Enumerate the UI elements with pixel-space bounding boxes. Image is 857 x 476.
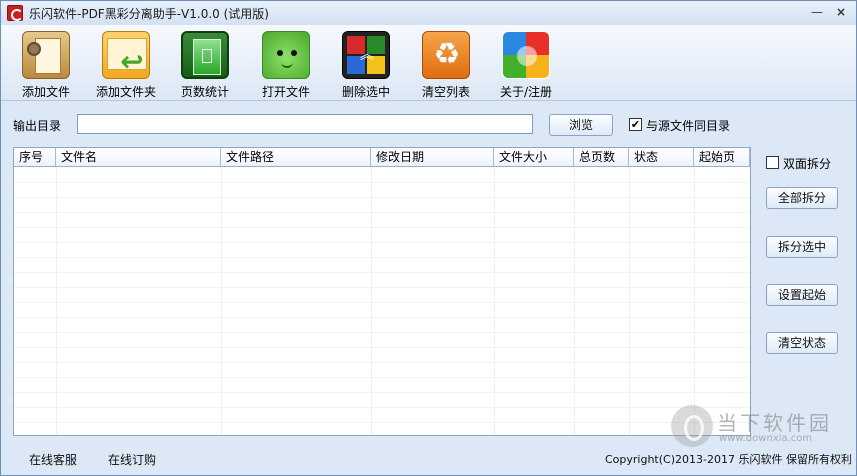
about-register-label: 关于/注册 — [499, 85, 553, 99]
clear-list-icon — [422, 31, 471, 79]
column-header-size[interactable]: 文件大小 — [494, 148, 574, 167]
copyright-text: Copyright(C)2013-2017 乐闪软件 保留所有权利 — [605, 453, 852, 466]
title-bar[interactable]: 乐闪软件-PDF黑彩分离助手-V1.0.0 (试用版) — × — [1, 1, 856, 25]
grid-row-line — [14, 227, 750, 228]
column-header-filepath[interactable]: 文件路径 — [221, 148, 371, 167]
open-file-label: 打开文件 — [261, 85, 310, 99]
output-dir-label: 输出目录 — [13, 119, 62, 133]
add-folder-icon — [102, 31, 150, 79]
add-file-icon — [22, 31, 70, 79]
clear-list-button[interactable]: 清空列表 — [406, 29, 486, 99]
about-register-icon — [502, 31, 550, 79]
table-header: 序号 文件名 文件路径 修改日期 文件大小 总页数 状态 起始页 — [14, 148, 750, 167]
split-selected-button[interactable]: 拆分选中 — [766, 236, 838, 258]
online-order-link[interactable]: 在线订购 — [108, 451, 156, 468]
toolbar: 添加文件 添加文件夹 页数统计 打开文件 删除选中 清空列表 关于/注册 — [1, 25, 856, 101]
watermark-text: 当下软件园 — [717, 411, 832, 435]
grid-row-line — [14, 332, 750, 333]
grid-row-line — [14, 347, 750, 348]
grid-row-line — [14, 287, 750, 288]
page-count-button[interactable]: 页数统计 — [165, 29, 245, 99]
open-file-icon — [262, 31, 310, 79]
set-start-button[interactable]: 设置起始 — [766, 284, 838, 306]
minimize-button[interactable]: — — [809, 5, 825, 19]
grid-row-line — [14, 197, 750, 198]
delete-selected-button[interactable]: 删除选中 — [326, 29, 406, 99]
split-all-button[interactable]: 全部拆分 — [766, 187, 838, 209]
same-dir-label: 与源文件同目录 — [646, 119, 731, 133]
grid-row-line — [14, 212, 750, 213]
grid-row-line — [14, 377, 750, 378]
about-register-button[interactable]: 关于/注册 — [486, 29, 566, 99]
column-header-index[interactable]: 序号 — [14, 148, 56, 167]
grid-row-line — [14, 422, 750, 423]
grid-row-line — [14, 407, 750, 408]
grid-row-line — [14, 302, 750, 303]
app-logo-icon — [7, 5, 23, 21]
duplex-split-checkbox[interactable] — [766, 156, 779, 169]
output-dir-input[interactable] — [77, 114, 533, 134]
page-count-label: 页数统计 — [180, 85, 229, 99]
grid-row-line — [14, 362, 750, 363]
column-header-modified[interactable]: 修改日期 — [371, 148, 494, 167]
watermark-url: www.downxia.com — [719, 433, 813, 444]
window-title: 乐闪软件-PDF黑彩分离助手-V1.0.0 (试用版) — [29, 7, 269, 21]
column-header-filename[interactable]: 文件名 — [56, 148, 221, 167]
grid-row-line — [14, 257, 750, 258]
browse-button[interactable]: 浏览 — [549, 114, 613, 136]
page-count-icon — [181, 31, 229, 79]
online-service-link[interactable]: 在线客服 — [29, 451, 77, 468]
main-window: 乐闪软件-PDF黑彩分离助手-V1.0.0 (试用版) — × 添加文件 添加文… — [0, 0, 857, 476]
delete-selected-icon — [342, 31, 390, 79]
grid-row-line — [14, 392, 750, 393]
column-header-status[interactable]: 状态 — [629, 148, 694, 167]
close-button[interactable]: × — [833, 5, 849, 19]
duplex-split-label: 双面拆分 — [783, 157, 832, 171]
column-header-start-page[interactable]: 起始页 — [694, 148, 750, 167]
file-table[interactable]: 序号 文件名 文件路径 修改日期 文件大小 总页数 状态 起始页 — [13, 147, 751, 436]
clear-status-button[interactable]: 清空状态 — [766, 332, 838, 354]
grid-row-line — [14, 272, 750, 273]
grid-row-line — [14, 182, 750, 183]
column-header-pages[interactable]: 总页数 — [574, 148, 629, 167]
open-file-button[interactable]: 打开文件 — [246, 29, 326, 99]
watermark-logo-icon — [671, 405, 713, 447]
grid-row-line — [14, 317, 750, 318]
add-file-button[interactable]: 添加文件 — [6, 29, 86, 99]
grid-row-line — [14, 242, 750, 243]
add-folder-button[interactable]: 添加文件夹 — [86, 29, 166, 99]
add-file-label: 添加文件 — [21, 85, 70, 99]
add-folder-label: 添加文件夹 — [95, 85, 156, 99]
delete-selected-label: 删除选中 — [341, 85, 390, 99]
clear-list-label: 清空列表 — [421, 85, 470, 99]
same-dir-checkbox[interactable]: ✔ — [629, 118, 642, 131]
